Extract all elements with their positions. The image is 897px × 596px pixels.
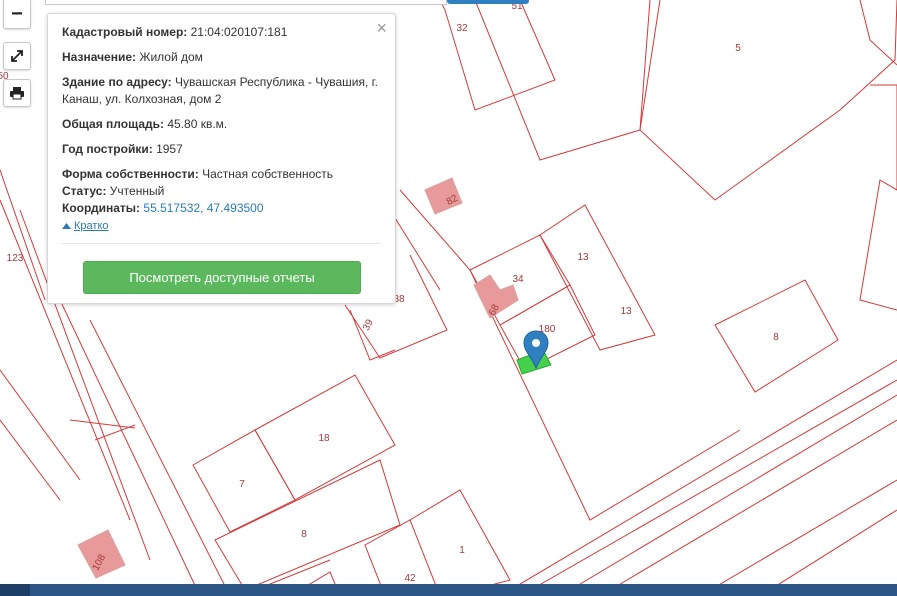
zoom-out-button[interactable]: − (3, 0, 31, 29)
plot-label: 18 (318, 433, 330, 444)
status-label: Статус: (62, 184, 107, 198)
parcel-boundary (474, 0, 651, 161)
purpose-value: Жилой дом (139, 50, 203, 64)
plot-label: 8 (773, 332, 779, 343)
plot-label: 5 (735, 43, 741, 54)
printer-icon (10, 87, 24, 100)
parcel-boundary (859, 0, 897, 66)
parcel-1 (409, 489, 511, 596)
view-reports-button[interactable]: Посмотреть доступные отчеты (83, 261, 361, 294)
plot-label: 7 (239, 479, 245, 490)
plot-label: 1 (459, 545, 465, 556)
ownership-label: Форма собственности: (62, 167, 199, 181)
expand-icon (11, 50, 23, 62)
coordinates-link[interactable]: 55.517532, 47.493500 (143, 201, 263, 215)
collapse-label: Кратко (74, 219, 109, 232)
road-boundary (499, 359, 897, 596)
year-label: Год постройки: (62, 142, 153, 156)
area-value: 45.80 кв.м. (167, 117, 228, 131)
building-108 (77, 529, 126, 579)
ownership-value: Частная собственность (202, 167, 334, 181)
collapse-toggle[interactable]: Кратко (62, 218, 109, 235)
plot-label: 8 (301, 529, 307, 540)
plot-label: 42 (404, 573, 416, 584)
plot-label: 34 (512, 274, 524, 285)
plot-label: 123 (7, 253, 24, 264)
parcel-boundary (859, 84, 897, 311)
search-box-edge[interactable] (45, 0, 447, 5)
parcel-boundary (399, 189, 741, 521)
cadastral-number-label: Кадастровый номер: (62, 25, 188, 39)
popup-divider (62, 242, 381, 244)
cadastral-number-value: 21:04:020107:181 (190, 25, 288, 39)
coordinates-label: Координаты: (62, 201, 141, 215)
print-button[interactable] (3, 79, 31, 107)
address-label: Здание по адресу: (62, 75, 172, 89)
taskbar-start[interactable] (0, 584, 30, 596)
plot-label: 32 (456, 23, 468, 34)
year-value: 1957 (156, 142, 183, 156)
area-label: Общая площадь: (62, 117, 165, 131)
fullscreen-button[interactable] (3, 42, 31, 70)
caret-up-icon (62, 223, 71, 229)
purpose-label: Назначение: (62, 50, 137, 64)
cadastral-info-popup: × Кадастровый номер: 21:04:020107:181 На… (47, 13, 396, 304)
minus-icon: − (11, 3, 23, 25)
plot-label: 39 (361, 317, 376, 332)
plot-label: 13 (620, 306, 632, 317)
parcel-5 (639, 0, 897, 201)
plot-label: 13 (577, 252, 589, 263)
search-button-edge[interactable] (447, 0, 529, 4)
taskbar (0, 584, 897, 596)
status-value: Учтенный (109, 184, 165, 198)
building-82 (424, 177, 463, 215)
parcel-13 (539, 204, 656, 351)
close-icon[interactable]: × (376, 18, 387, 38)
plot-label: 180 (539, 324, 556, 335)
